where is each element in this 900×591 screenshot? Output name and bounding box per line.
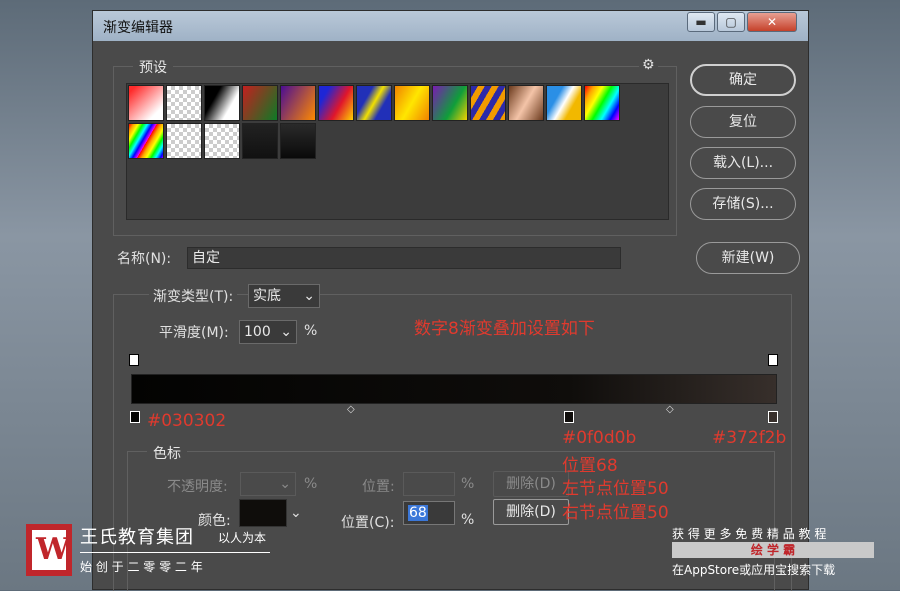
maximize-button[interactable]: ▢ [717, 12, 745, 32]
smoothness-unit: % [304, 323, 318, 339]
preset-swatch[interactable] [204, 85, 240, 121]
save-button[interactable]: 存储(S)... [690, 188, 796, 220]
annotation-stop-right: #372f2b [712, 428, 787, 448]
preset-swatch[interactable] [166, 85, 202, 121]
preset-swatch[interactable] [470, 85, 506, 121]
preset-swatch[interactable] [280, 85, 316, 121]
smoothness-label: 平滑度(M): [159, 325, 229, 341]
brand-name: 王氏教育集团 [80, 527, 194, 548]
opacity-position-input [403, 472, 455, 496]
preset-swatch[interactable] [356, 85, 392, 121]
color-position-input[interactable]: 68 [403, 501, 455, 525]
divider [80, 552, 270, 553]
color-stop-middle[interactable] [564, 411, 574, 423]
load-button[interactable]: 载入(L)... [690, 147, 796, 179]
preset-swatch[interactable] [128, 123, 164, 159]
color-stops-legend: 色标 [147, 443, 187, 463]
color-stop-left[interactable] [130, 411, 140, 423]
opacity-input: ⌄ [240, 472, 296, 496]
gradient-editor-dialog: 渐变编辑器 ▬ ▢ ✕ 预设 ⚙ 确定 复位 载入(L)... 存储(S)...… [92, 10, 809, 591]
brand-slogan: 以人为本 [218, 531, 267, 545]
presets-legend: 预设 [133, 57, 173, 77]
midpoint-diamond-left[interactable]: ◇ [347, 404, 355, 415]
brand-founded: 始 创 于 二 零 零 二 年 [80, 560, 203, 574]
gradient-preview-bar[interactable] [131, 374, 777, 404]
color-swatch[interactable] [239, 499, 287, 527]
title-bar: 渐变编辑器 ▬ ▢ ✕ [93, 11, 808, 41]
preset-swatch[interactable] [394, 85, 430, 121]
app-name-badge: 绘 学 霸 [672, 542, 874, 558]
color-stop-right[interactable] [768, 411, 778, 423]
preset-swatch[interactable] [546, 85, 582, 121]
preset-swatch[interactable] [128, 85, 164, 121]
gradient-type-value: 实底 [253, 288, 281, 304]
minimize-button[interactable]: ▬ [687, 12, 715, 32]
preset-swatch[interactable] [166, 123, 202, 159]
opacity-label: 不透明度: [167, 479, 228, 495]
window-title: 渐变编辑器 [103, 20, 173, 36]
gradient-type-label: 渐变类型(T): [149, 286, 238, 306]
reset-button[interactable]: 复位 [690, 106, 796, 138]
annotation-left-midpoint: 左节点位置50 [562, 479, 669, 499]
chevron-down-icon: ⌄ [280, 324, 292, 340]
opacity-position-unit: % [461, 476, 475, 492]
name-input[interactable]: 自定 [187, 247, 621, 269]
preset-swatch[interactable] [280, 123, 316, 159]
annotation-right-midpoint: 右节点位置50 [562, 503, 669, 523]
ok-button[interactable]: 确定 [690, 64, 796, 96]
smoothness-value: 100 [244, 324, 271, 340]
opacity-position-label: 位置: [362, 479, 395, 495]
annotation-title: 数字8渐变叠加设置如下 [414, 319, 595, 339]
color-position-label: 位置(C): [341, 515, 395, 531]
chevron-down-icon[interactable]: ⌄ [290, 505, 302, 521]
promo-text: 获 得 更 多 免 费 精 品 教 程 [672, 527, 827, 541]
preset-swatch[interactable] [432, 85, 468, 121]
preset-swatch-panel [126, 83, 669, 220]
close-button[interactable]: ✕ [747, 12, 797, 32]
new-button[interactable]: 新建(W) [696, 242, 800, 274]
color-position-unit: % [461, 512, 475, 528]
preset-swatch[interactable] [204, 123, 240, 159]
opacity-delete-button: 删除(D) [493, 471, 569, 497]
preset-swatch[interactable] [584, 85, 620, 121]
preset-swatch[interactable] [242, 123, 278, 159]
gear-icon[interactable]: ⚙ [639, 57, 658, 73]
midpoint-diamond-right[interactable]: ◇ [666, 404, 674, 415]
color-delete-button[interactable]: 删除(D) [493, 499, 569, 525]
preset-swatch[interactable] [508, 85, 544, 121]
color-position-value: 68 [408, 505, 428, 521]
color-label: 颜色: [198, 513, 231, 529]
annotation-stop-middle: #0f0d0b [562, 428, 637, 448]
annotation-stop-left: #030302 [147, 411, 227, 431]
opacity-unit: % [304, 476, 318, 492]
opacity-stop-left[interactable] [129, 354, 139, 366]
annotation-position: 位置68 [562, 456, 618, 476]
smoothness-input[interactable]: 100 ⌄ [239, 320, 297, 344]
brand-logo: W [26, 524, 72, 576]
opacity-stop-right[interactable] [768, 354, 778, 366]
name-label: 名称(N): [117, 251, 172, 267]
preset-swatch[interactable] [242, 85, 278, 121]
store-text: 在AppStore或应用宝搜索下载 [672, 563, 836, 577]
chevron-down-icon: ⌄ [303, 288, 315, 304]
chevron-down-icon: ⌄ [279, 476, 291, 492]
preset-swatch[interactable] [318, 85, 354, 121]
gradient-type-select[interactable]: 实底 ⌄ [248, 284, 320, 308]
